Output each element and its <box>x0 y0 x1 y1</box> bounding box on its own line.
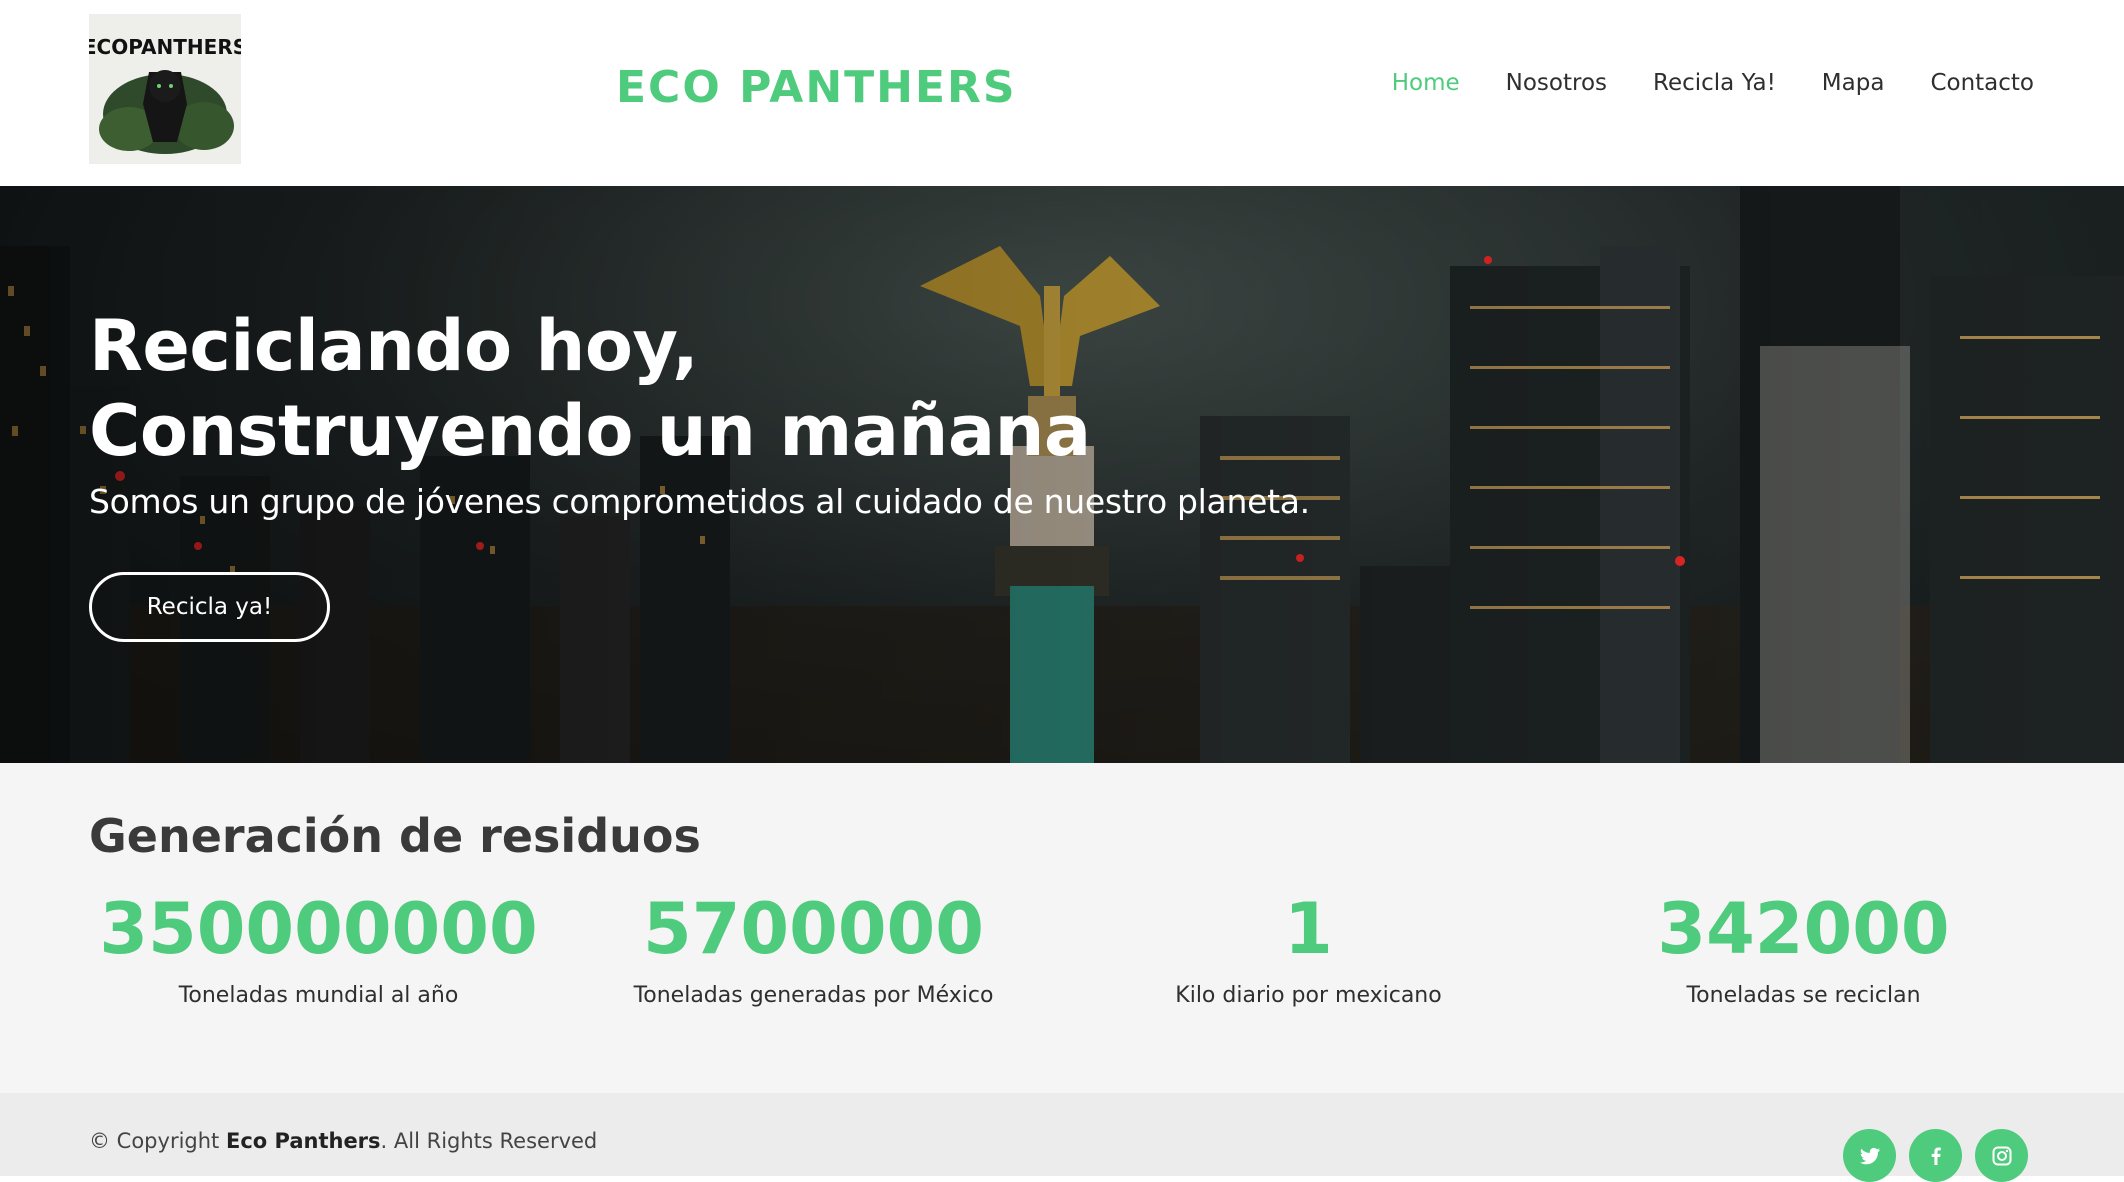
stat-label: Toneladas se reciclan <box>1686 983 1921 1008</box>
hero-subtitle: Somos un grupo de jóvenes comprometidos … <box>89 482 1310 521</box>
eco-panthers-logo[interactable]: ECOPANTHERS <box>89 14 241 164</box>
hero-section: Reciclando hoy, Construyendo un mañana S… <box>0 186 2124 763</box>
svg-text:ECOPANTHERS: ECOPANTHERS <box>89 35 241 59</box>
instagram-icon <box>1992 1146 2011 1165</box>
stat-value: 350000000 <box>99 888 538 970</box>
copyright-suffix: . All Rights Reserved <box>380 1129 598 1153</box>
stat-label: Toneladas mundial al año <box>178 983 459 1008</box>
brand-title: ECO PANTHERS <box>616 62 1017 113</box>
site-footer: © Copyright Eco Panthers. All Rights Res… <box>0 1093 2124 1182</box>
hero-title-line1: Reciclando hoy, <box>89 305 699 387</box>
stats-title: Generación de residuos <box>89 809 701 863</box>
hero-overlay <box>0 186 2124 763</box>
main-nav: Home Nosotros Recicla Ya! Mapa Contacto <box>1392 70 2034 96</box>
nav-mapa[interactable]: Mapa <box>1822 70 1885 96</box>
copyright-text: © Copyright Eco Panthers. All Rights Res… <box>89 1129 597 1153</box>
nav-contacto[interactable]: Contacto <box>1930 70 2034 96</box>
panther-logo-icon: ECOPANTHERS <box>89 14 241 164</box>
stat-label: Toneladas generadas por México <box>633 983 994 1008</box>
stat-value: 5700000 <box>643 888 984 970</box>
copyright-brand: Eco Panthers <box>225 1129 381 1153</box>
hero-title-line2: Construyendo un mañana <box>89 390 1091 472</box>
stat-label: Kilo diario por mexicano <box>1175 983 1442 1008</box>
nav-recicla-ya[interactable]: Recicla Ya! <box>1653 70 1776 96</box>
twitter-icon <box>1859 1147 1880 1164</box>
stats-section: Generación de residuos 350000000 Tonelad… <box>0 763 2124 1093</box>
stat-value: 342000 <box>1657 888 1950 970</box>
stat-value: 1 <box>1284 888 1333 970</box>
facebook-button[interactable] <box>1909 1129 1962 1182</box>
nav-nosotros[interactable]: Nosotros <box>1506 70 1607 96</box>
instagram-button[interactable] <box>1975 1129 2028 1182</box>
hero-title: Reciclando hoy, Construyendo un mañana <box>89 304 1091 474</box>
copyright-prefix: © Copyright <box>89 1129 226 1153</box>
recicla-ya-button[interactable]: Recicla ya! <box>89 572 330 642</box>
facebook-icon <box>1931 1147 1941 1165</box>
stat-item: 5700000 Toneladas generadas por México <box>566 889 1061 1008</box>
nav-home[interactable]: Home <box>1392 70 1460 96</box>
site-header: ECOPANTHERS ECO PANTHERS Home Nosotros R… <box>0 0 2124 186</box>
social-links <box>1843 1129 2028 1182</box>
stat-item: 1 Kilo diario por mexicano <box>1061 889 1556 1008</box>
stat-item: 342000 Toneladas se reciclan <box>1556 889 2051 1008</box>
twitter-button[interactable] <box>1843 1129 1896 1182</box>
stat-item: 350000000 Toneladas mundial al año <box>71 889 566 1008</box>
